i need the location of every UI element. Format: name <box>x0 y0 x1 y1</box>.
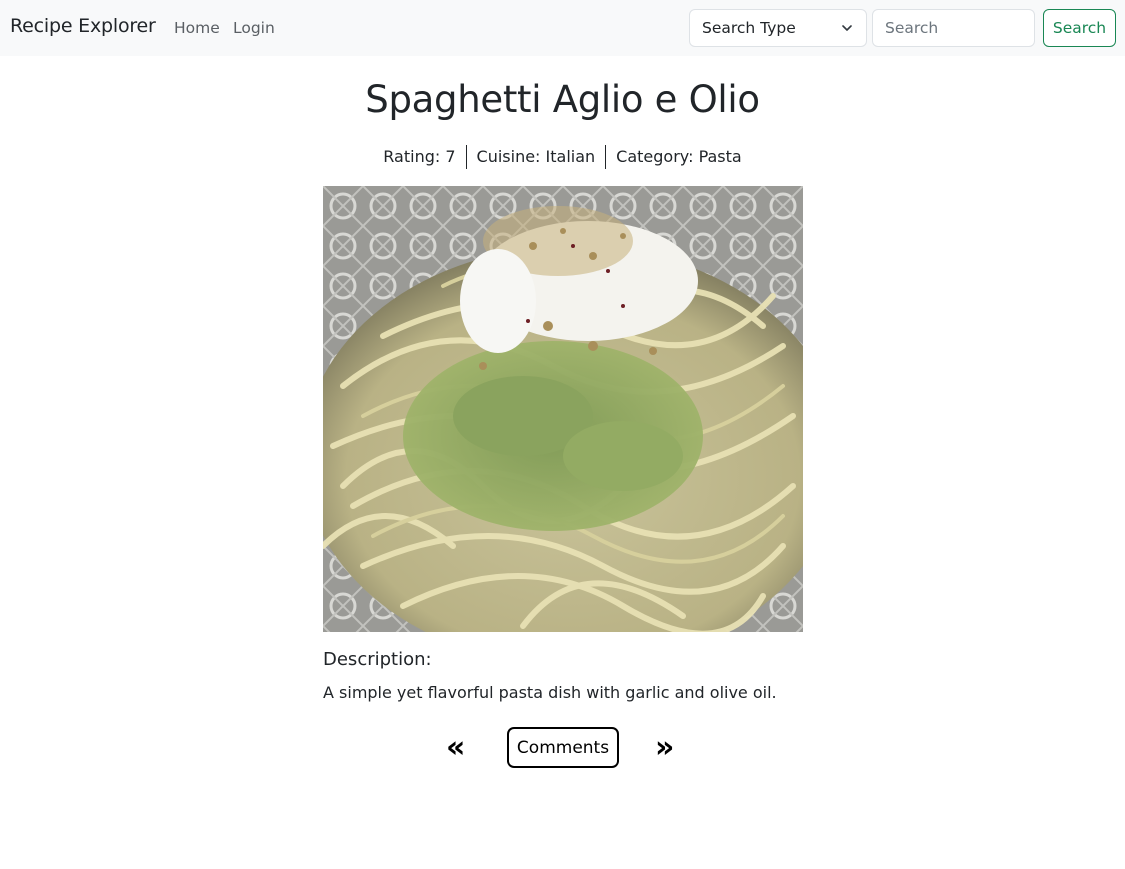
previous-recipe-button[interactable]: « <box>446 733 465 763</box>
recipe-image <box>323 186 803 632</box>
pasta-photo-icon <box>323 186 803 632</box>
search-button[interactable]: Search <box>1043 9 1116 47</box>
cuisine-label: Cuisine: Italian <box>476 147 596 166</box>
category-label: Category: Pasta <box>616 147 742 166</box>
recipe-title: Spaghetti Aglio e Olio <box>365 78 760 121</box>
next-recipe-button[interactable]: » <box>655 733 674 763</box>
navbar: Recipe Explorer Home Login Search Type S… <box>0 0 1125 56</box>
search-type-select[interactable]: Search Type <box>689 9 867 47</box>
description-heading: Description: <box>323 649 432 670</box>
rating-label: Rating: 7 <box>383 147 456 166</box>
nav-link-home[interactable]: Home <box>174 19 220 37</box>
chevron-down-icon <box>842 25 852 31</box>
recipe-meta: Rating: 7 Cuisine: Italian Category: Pas… <box>0 145 1125 169</box>
search-type-selected: Search Type <box>702 19 796 37</box>
search-input[interactable] <box>872 9 1035 47</box>
brand-logo[interactable]: Recipe Explorer <box>10 15 156 37</box>
comments-button[interactable]: Comments <box>507 727 619 768</box>
description-text: A simple yet flavorful pasta dish with g… <box>323 683 777 702</box>
nav-link-login[interactable]: Login <box>233 19 275 37</box>
